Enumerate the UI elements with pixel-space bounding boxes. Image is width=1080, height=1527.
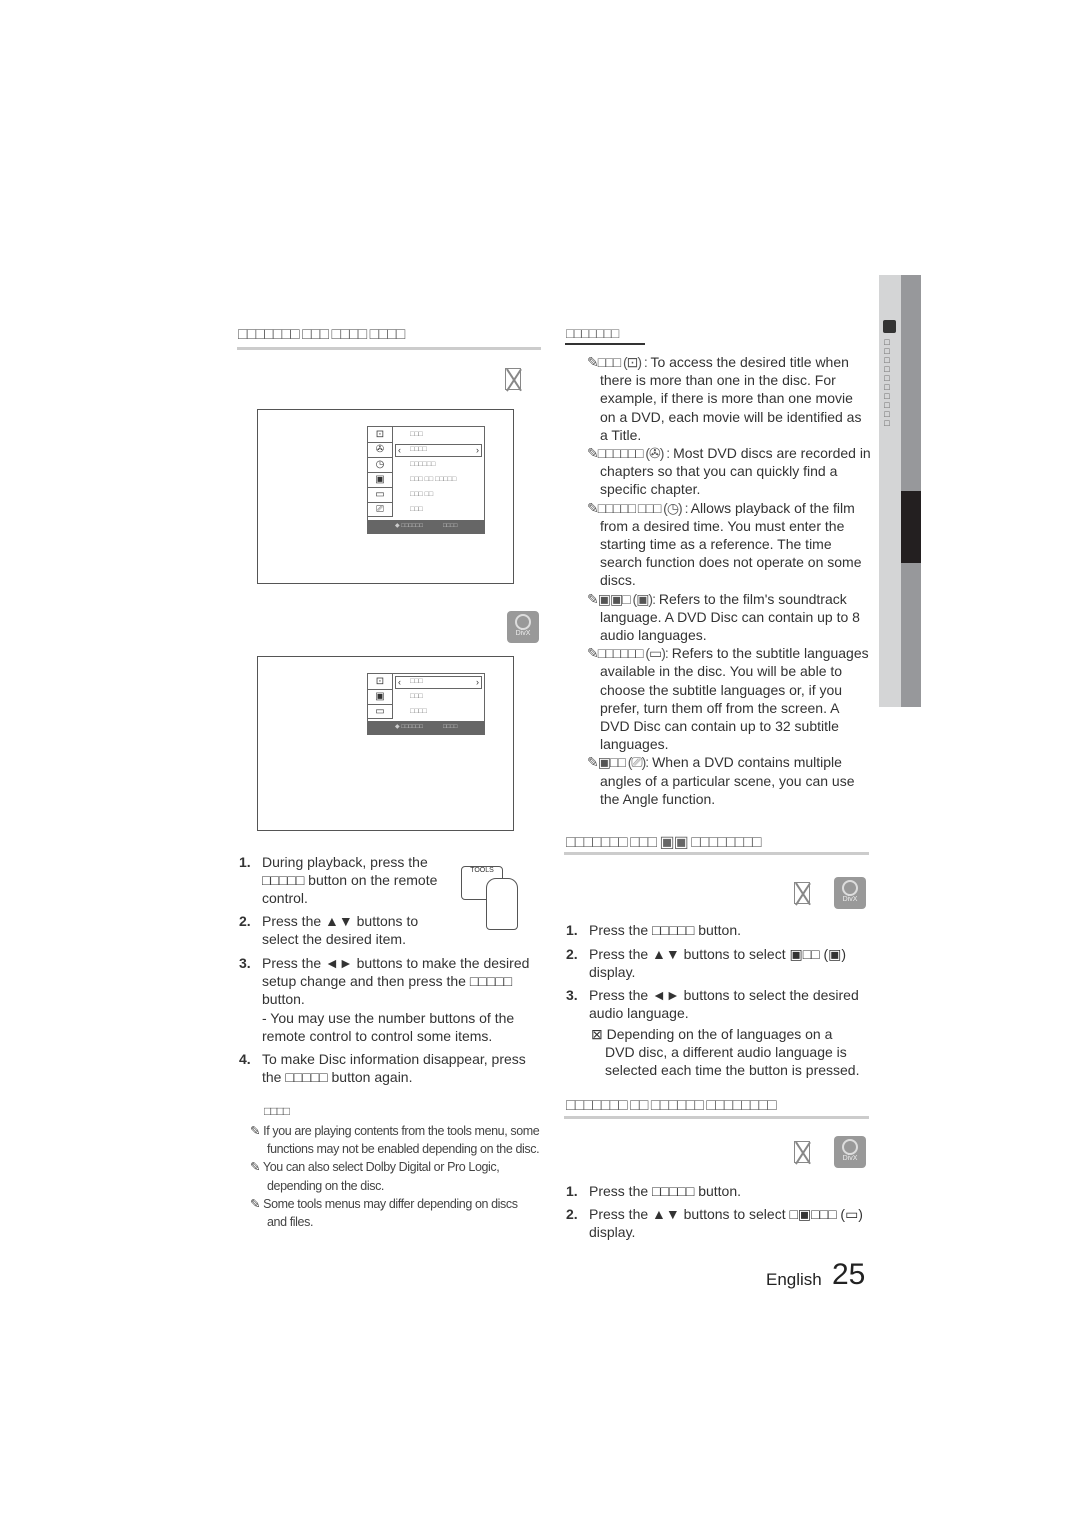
chapter-icon: ✇ <box>368 442 393 458</box>
divider <box>237 347 541 350</box>
hand-icon <box>486 878 518 930</box>
note-item: ✎ You can also select Dolby Digital or P… <box>250 1160 500 1193</box>
definition-audio: ✎▣▣□ (▣): Refers to the film's soundtrac… <box>587 590 860 644</box>
step-3: 3. Press the ◄► buttons to make the desir… <box>239 954 532 1045</box>
dvd-icon <box>505 368 521 390</box>
title-icon: ⊡ <box>368 674 393 690</box>
audio-icon: ▣ <box>368 472 393 488</box>
chapter-icon <box>883 320 896 333</box>
subtitle-icon: ▭ <box>368 487 393 503</box>
note-item: ✎ If you are playing contents from the t… <box>250 1124 540 1157</box>
divx-icon: DivX <box>834 877 866 909</box>
audio-step-2: 2. Press the ▲▼ buttons to select ▣□□ (▣)… <box>566 946 847 981</box>
step-3-sub: - You may use the number buttons of the … <box>262 1009 515 1044</box>
side-tab-label: □□□□□□□□□□ <box>882 337 892 427</box>
divx-label: DivX <box>515 630 531 637</box>
definitions-list: ✎□□□ (⊡) : To access the desired title w… <box>587 353 872 808</box>
divx-icon: DivX <box>834 1136 866 1168</box>
divx-label: DivX <box>842 1155 858 1162</box>
side-tab-active-marker <box>901 491 921 563</box>
osd-item: □□□ □□ □□□□□ <box>410 476 457 483</box>
osd-item: □□□ □□ <box>410 491 434 498</box>
osd-item: □□□□ <box>410 446 427 453</box>
definition-title: ✎□□□ (⊡) : To access the desired title w… <box>587 354 862 443</box>
angle-icon: ⎚ <box>368 502 393 517</box>
osd-item: □□□□□□ <box>410 461 436 468</box>
step-2: 2. Press the ▲▼ buttons to select the des… <box>239 913 419 948</box>
section-heading-audio: □□□□□□□ □□□ ▣▣ □□□□□□□□ <box>566 834 762 851</box>
audio-note: ⊠ Depending on the of languages on a DVD… <box>591 1026 860 1079</box>
divx-icon: DivX <box>507 611 539 643</box>
osd-selected-row[interactable]: ‹ › <box>395 676 482 689</box>
definition-angle: ✎▣□□ (⎚): When a DVD contains multiple a… <box>587 754 855 807</box>
enter-hint: □□□□ <box>443 724 458 730</box>
definition-time: ✎□□□□□ □□□ (◷) : Allows playback of the … <box>587 499 862 589</box>
osd-menu-divx: ⊡ ▣ ▭ ‹ › □□□ □□□ □□□□ ◆ □□□□□□ □□□□ <box>367 673 485 735</box>
title-icon: ⊡ <box>368 427 393 443</box>
manual-page: □□□□□□□ □□□ □□□□ □□□□ ⊡ ✇ ◷ ▣ ▭ ⎚ □□□ ‹ ›… <box>0 0 1080 1527</box>
side-tab-bar <box>901 275 921 707</box>
divx-label: DivX <box>842 896 858 903</box>
tv-screen-divx: ⊡ ▣ ▭ ‹ › □□□ □□□ □□□□ ◆ □□□□□□ □□□□ <box>257 656 514 831</box>
osd-item: □□□ <box>410 506 423 513</box>
notes: ✎ If you are playing contents from the t… <box>250 1122 540 1231</box>
section-heading: □□□□□□□ <box>566 325 619 341</box>
underline <box>565 343 645 345</box>
divider <box>564 852 869 855</box>
enter-hint: □□□□ <box>443 523 458 529</box>
subtitle-step-2: 2. Press the ▲▼ buttons to select □▣□□□ (… <box>566 1206 863 1241</box>
footer-language: English <box>766 1270 822 1289</box>
subtitle-icon: ▭ <box>368 704 393 719</box>
divider <box>564 1116 869 1119</box>
subtitle-step-1: 1. Press the □□□□□ button. <box>566 1183 742 1199</box>
note-item: ✎ Some tools menus may differ depending … <box>250 1196 518 1230</box>
audio-step-3: 3. Press the ◄► buttons to select the des… <box>566 987 859 1022</box>
osd-footer: ◆ □□□□□□ □□□□ <box>368 520 484 533</box>
definition-chapter: ✎□□□□□□ (✇) : Most DVD discs are recorde… <box>587 445 871 498</box>
osd-item: □□□□ <box>410 708 427 715</box>
audio-icon: ▣ <box>368 689 393 705</box>
tools-label: TOOLS <box>470 867 494 874</box>
osd-item: □□□ <box>410 431 423 438</box>
dvd-icon <box>794 1141 810 1163</box>
definition-subtitle: ✎□□□□□□ (▭): Refers to the subtitle lang… <box>587 645 869 753</box>
osd-item: □□□ <box>410 678 423 685</box>
section-heading: □□□□□□□ □□□ □□□□ □□□□ <box>238 326 405 343</box>
section-heading-subtitle: □□□□□□□ □□ □□□□□□ □□□□□□□□ <box>566 1097 777 1114</box>
move-hint: ◆ □□□□□□ <box>395 523 424 529</box>
note-heading: □□□□ <box>264 1104 290 1118</box>
dvd-icon <box>794 882 810 904</box>
side-tab: □□□□□□□□□□ <box>879 275 901 707</box>
osd-item: □□□ <box>410 693 423 700</box>
osd-selected-row[interactable]: ‹ › <box>395 444 482 457</box>
step-1: 1. During playback, press the □□□□□ butto… <box>239 854 438 907</box>
tv-screen-dvd: ⊡ ✇ ◷ ▣ ▭ ⎚ □□□ ‹ › □□□□ □□□□□□ □□□ □□ □□… <box>257 409 514 584</box>
time-icon: ◷ <box>368 457 393 473</box>
page-number: 25 <box>832 1258 866 1291</box>
step-4: 4. To make Disc information disappear, pr… <box>239 1051 526 1086</box>
audio-step-1: 1. Press the □□□□□ button. <box>566 922 742 938</box>
osd-footer: ◆ □□□□□□ □□□□ <box>368 721 484 734</box>
move-hint: ◆ □□□□□□ <box>395 724 424 730</box>
osd-menu-dvd: ⊡ ✇ ◷ ▣ ▭ ⎚ □□□ ‹ › □□□□ □□□□□□ □□□ □□ □□… <box>367 426 485 534</box>
